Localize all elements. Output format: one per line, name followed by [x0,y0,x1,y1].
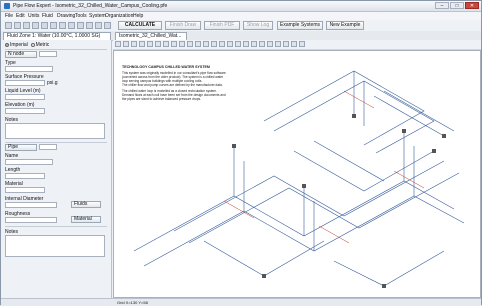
drawing-canvas[interactable]: TECHNOLOGY CAMPUS CHILLED WATER SYSTEM T… [113,50,481,298]
flip-icon[interactable] [283,41,289,47]
rectangle-icon[interactable] [187,41,193,47]
title-bar[interactable]: Pipe Flow Expert - Isometric_32_Chilled_… [1,1,481,12]
menu-help[interactable]: Help [133,13,143,19]
isometric-pipe-network [133,70,465,288]
fitting-icon[interactable] [163,41,169,47]
example-systems-button[interactable]: Example Systems [277,21,323,30]
cursor-coordinates: Grid X=130 Y=58 [117,300,148,305]
undo-icon[interactable] [41,22,48,29]
fit-icon[interactable] [104,22,111,29]
elevation-input[interactable] [5,108,45,114]
menu-edit[interactable]: Edit [16,13,25,19]
show-log-button[interactable]: Show Log [243,21,273,30]
open-folder-icon[interactable] [14,22,21,29]
select-icon[interactable] [115,41,121,47]
material-input[interactable] [5,187,45,193]
pipe-dropdown[interactable]: Pipe [5,144,37,151]
pipe-id-field[interactable] [39,144,57,150]
material-button[interactable]: Material [71,216,101,223]
finish-pdf-button[interactable]: Finish PDF [204,21,240,30]
tab-fluid-zone[interactable]: Fluid Zone 1: Water (10.00°C, 1.0000 SG) [3,32,111,40]
grid-toggle-icon[interactable] [291,41,297,47]
redo-icon[interactable] [50,22,57,29]
menu-tools[interactable]: Tools [75,13,87,19]
valve-icon[interactable] [155,41,161,47]
paste-icon[interactable] [77,22,84,29]
new-file-icon[interactable] [5,22,12,29]
properties-panel: Imperial Metric N node Type Surface Pres… [1,40,112,298]
surface-pressure-input[interactable] [5,80,45,86]
menu-system[interactable]: System [89,13,106,19]
menu-organization[interactable]: Organization [105,13,133,19]
metric-label: Metric [35,42,50,48]
cut-icon[interactable] [59,22,66,29]
divider [5,49,107,50]
tank-icon[interactable] [139,41,145,47]
app-icon [4,3,10,9]
group-icon[interactable] [259,41,265,47]
ellipse-icon[interactable] [195,41,201,47]
pan-icon[interactable] [227,41,233,47]
zoom-in-icon[interactable] [211,41,217,47]
liquid-level-input[interactable] [5,94,45,100]
divider [5,226,107,227]
type-select[interactable] [5,66,53,72]
menu-bar: File Edit Units Fluid Drawing Tools Syst… [1,12,481,20]
menu-fluid[interactable]: Fluid [42,13,53,19]
window-title: Pipe Flow Expert - Isometric_32_Chilled_… [13,3,168,9]
length-input[interactable] [5,173,45,179]
imperial-label: Imperial [10,42,28,48]
grid-icon[interactable] [86,22,93,29]
lock-icon[interactable] [267,41,273,47]
drawing-toolbar [113,40,481,50]
pipe-icon[interactable] [123,41,129,47]
application-window: Pipe Flow Expert - Isometric_32_Chilled_… [0,0,482,306]
node-icon[interactable] [131,41,137,47]
node-notes-textarea[interactable] [5,123,105,139]
line-icon[interactable] [179,41,185,47]
node-id-field[interactable] [39,51,57,57]
image-icon[interactable] [203,41,209,47]
pump-icon[interactable] [147,41,153,47]
rotate-icon[interactable] [275,41,281,47]
new-example-button[interactable]: New Example [326,21,364,30]
metric-radio[interactable] [30,42,35,47]
surface-pressure-unit: psi.g [47,80,58,86]
divider [5,142,107,143]
zoom-out-icon[interactable] [219,41,225,47]
menu-file[interactable]: File [5,13,13,19]
copy-icon[interactable] [68,22,75,29]
color-icon[interactable] [243,41,249,47]
align-icon[interactable] [251,41,257,47]
imperial-radio[interactable] [5,42,9,47]
finish-draw-button[interactable]: Finish Draw [165,21,201,30]
internal-diameter-input[interactable] [5,202,57,208]
print-icon[interactable] [32,22,39,29]
pipe-name-input[interactable] [5,159,53,165]
minimize-button[interactable]: – [435,2,449,9]
menu-units[interactable]: Units [28,13,39,19]
pipe-notes-textarea[interactable] [5,235,105,257]
snap-icon[interactable] [299,41,305,47]
maximize-button[interactable]: □ [450,2,464,9]
node-dropdown[interactable]: N node [5,51,37,58]
text-icon[interactable] [171,41,177,47]
zoom-icon[interactable] [95,22,102,29]
fluids-button[interactable]: Fluids [71,201,101,208]
roughness-input[interactable] [5,217,57,223]
calculate-button[interactable]: CALCULATE [118,21,162,30]
units-toggle: Imperial Metric [5,42,49,48]
close-button[interactable]: ✕ [465,2,479,9]
tab-document[interactable]: Isometric_32_Chilled_Wat... [115,32,187,40]
menu-drawing[interactable]: Drawing [57,13,75,19]
layer-icon[interactable] [235,41,241,47]
save-icon[interactable] [23,22,30,29]
